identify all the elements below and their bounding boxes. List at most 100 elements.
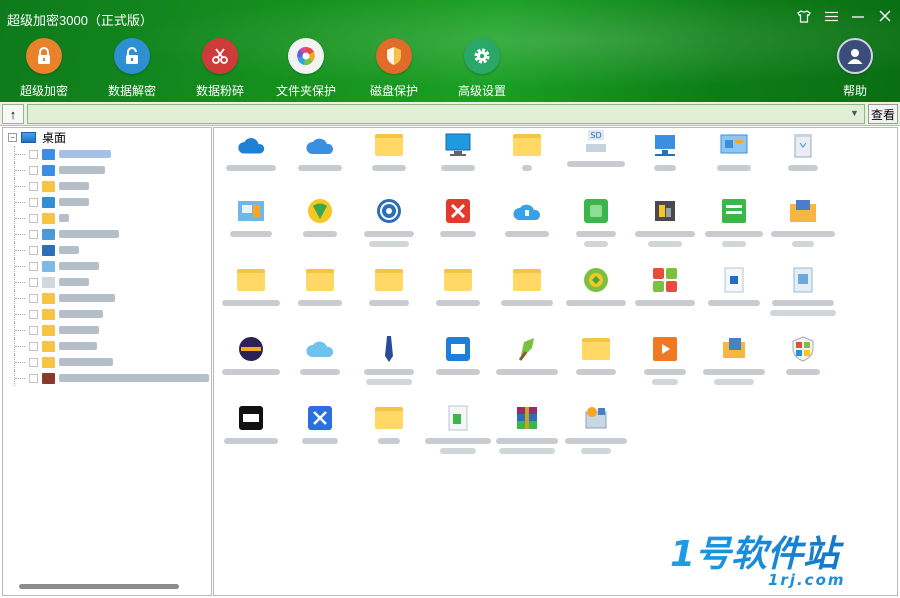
tree-collapse-toggle[interactable]: −: [8, 132, 17, 142]
view-button[interactable]: 查看: [868, 104, 898, 124]
file-item[interactable]: [631, 334, 699, 385]
file-item[interactable]: [769, 334, 837, 375]
advanced-settings-button[interactable]: 高级设置: [442, 38, 522, 99]
help-button[interactable]: 帮助: [815, 38, 895, 99]
file-item[interactable]: [769, 196, 837, 247]
file-item[interactable]: [769, 130, 837, 171]
path-input[interactable]: [27, 104, 865, 124]
file-item[interactable]: [700, 334, 768, 385]
file-item[interactable]: [562, 196, 630, 247]
tree-item[interactable]: [3, 226, 211, 242]
lock-icon: [26, 38, 62, 74]
tree-item[interactable]: [3, 370, 211, 386]
folder-icon: [236, 265, 266, 295]
file-item[interactable]: [286, 196, 354, 237]
computer-icon: [443, 130, 473, 160]
file-item[interactable]: [493, 130, 561, 171]
control-panel-icon: [42, 260, 55, 272]
tree-item[interactable]: [3, 162, 211, 178]
file-item[interactable]: [631, 130, 699, 171]
file-item[interactable]: [355, 196, 423, 247]
shield-icon: [376, 38, 412, 74]
file-item[interactable]: [355, 130, 423, 171]
file-item[interactable]: [286, 265, 354, 306]
file-item[interactable]: [562, 403, 630, 454]
tree-item[interactable]: [3, 178, 211, 194]
xmind-icon: [443, 196, 473, 226]
file-item[interactable]: [700, 130, 768, 171]
tree-item[interactable]: [3, 306, 211, 322]
file-item[interactable]: [355, 265, 423, 306]
tree-item[interactable]: [3, 210, 211, 226]
file-item[interactable]: [424, 265, 492, 306]
path-dropdown-icon[interactable]: ▼: [850, 108, 859, 118]
tree-item[interactable]: [3, 338, 211, 354]
file-item[interactable]: [217, 334, 285, 375]
folder-protect-button[interactable]: 文件夹保护: [266, 38, 346, 99]
folder-icon: [374, 403, 404, 433]
drive-icon: SD: [581, 128, 611, 156]
file-item[interactable]: [286, 130, 354, 171]
file-item[interactable]: [424, 130, 492, 171]
data-shred-button[interactable]: 数据粉碎: [180, 38, 260, 99]
file-item[interactable]: [700, 265, 768, 306]
package-icon: [719, 334, 749, 364]
file-item[interactable]: [286, 403, 354, 444]
file-item[interactable]: [631, 265, 699, 306]
file-item[interactable]: [424, 334, 492, 375]
desktop-icon: [21, 131, 36, 143]
folder-icon: [374, 130, 404, 160]
editor-pen-icon: [512, 334, 542, 364]
tree-item[interactable]: [3, 354, 211, 370]
file-item[interactable]: SD: [562, 128, 630, 167]
tree-item[interactable]: [3, 194, 211, 210]
file-item[interactable]: [355, 403, 423, 444]
installer-file-icon: [788, 265, 818, 295]
file-item[interactable]: [217, 196, 285, 237]
up-level-button[interactable]: ↑: [2, 104, 24, 124]
file-item[interactable]: [217, 403, 285, 444]
super-encrypt-button[interactable]: 超级加密: [4, 38, 84, 99]
file-item[interactable]: [424, 403, 492, 454]
file-item[interactable]: [217, 130, 285, 171]
folder-protect-label: 文件夹保护: [275, 84, 336, 98]
file-item[interactable]: [355, 334, 423, 385]
tree-item[interactable]: [3, 322, 211, 338]
file-item[interactable]: [769, 265, 837, 316]
file-item[interactable]: [493, 196, 561, 237]
tools-icon: [650, 196, 680, 226]
tree-item[interactable]: [3, 274, 211, 290]
cloud-app-icon: [305, 334, 335, 364]
tree-item[interactable]: [3, 290, 211, 306]
file-item[interactable]: [493, 334, 561, 375]
cloud-icon: [305, 130, 335, 160]
tree-item[interactable]: [3, 242, 211, 258]
tree-root-desktop[interactable]: − 桌面: [8, 129, 66, 145]
file-item[interactable]: [631, 196, 699, 247]
folder-tree: − 桌面: [2, 127, 212, 596]
tree-horizontal-scrollbar[interactable]: [19, 584, 179, 589]
minimize-icon[interactable]: [851, 8, 865, 24]
file-item[interactable]: [286, 334, 354, 375]
disk-protect-button[interactable]: 磁盘保护: [354, 38, 434, 99]
wechat-icon: [581, 196, 611, 226]
file-item[interactable]: [217, 265, 285, 306]
installer-package-icon: [581, 403, 611, 433]
file-item[interactable]: [562, 265, 630, 306]
at-sign-icon: [374, 196, 404, 226]
folder-icon: [512, 265, 542, 295]
tree-item[interactable]: [3, 146, 211, 162]
close-icon[interactable]: [878, 8, 892, 24]
file-item[interactable]: [562, 334, 630, 375]
folder-icon: [42, 356, 55, 368]
file-item[interactable]: [700, 196, 768, 247]
menu-icon[interactable]: [824, 8, 838, 24]
tree-root-label: 桌面: [42, 130, 67, 145]
data-decrypt-button[interactable]: 数据解密: [92, 38, 172, 99]
folder-icon: [42, 308, 55, 320]
file-item[interactable]: [493, 403, 561, 454]
file-item[interactable]: [424, 196, 492, 237]
tree-item[interactable]: [3, 258, 211, 274]
file-item[interactable]: [493, 265, 561, 306]
skin-shirt-icon[interactable]: [797, 8, 811, 24]
